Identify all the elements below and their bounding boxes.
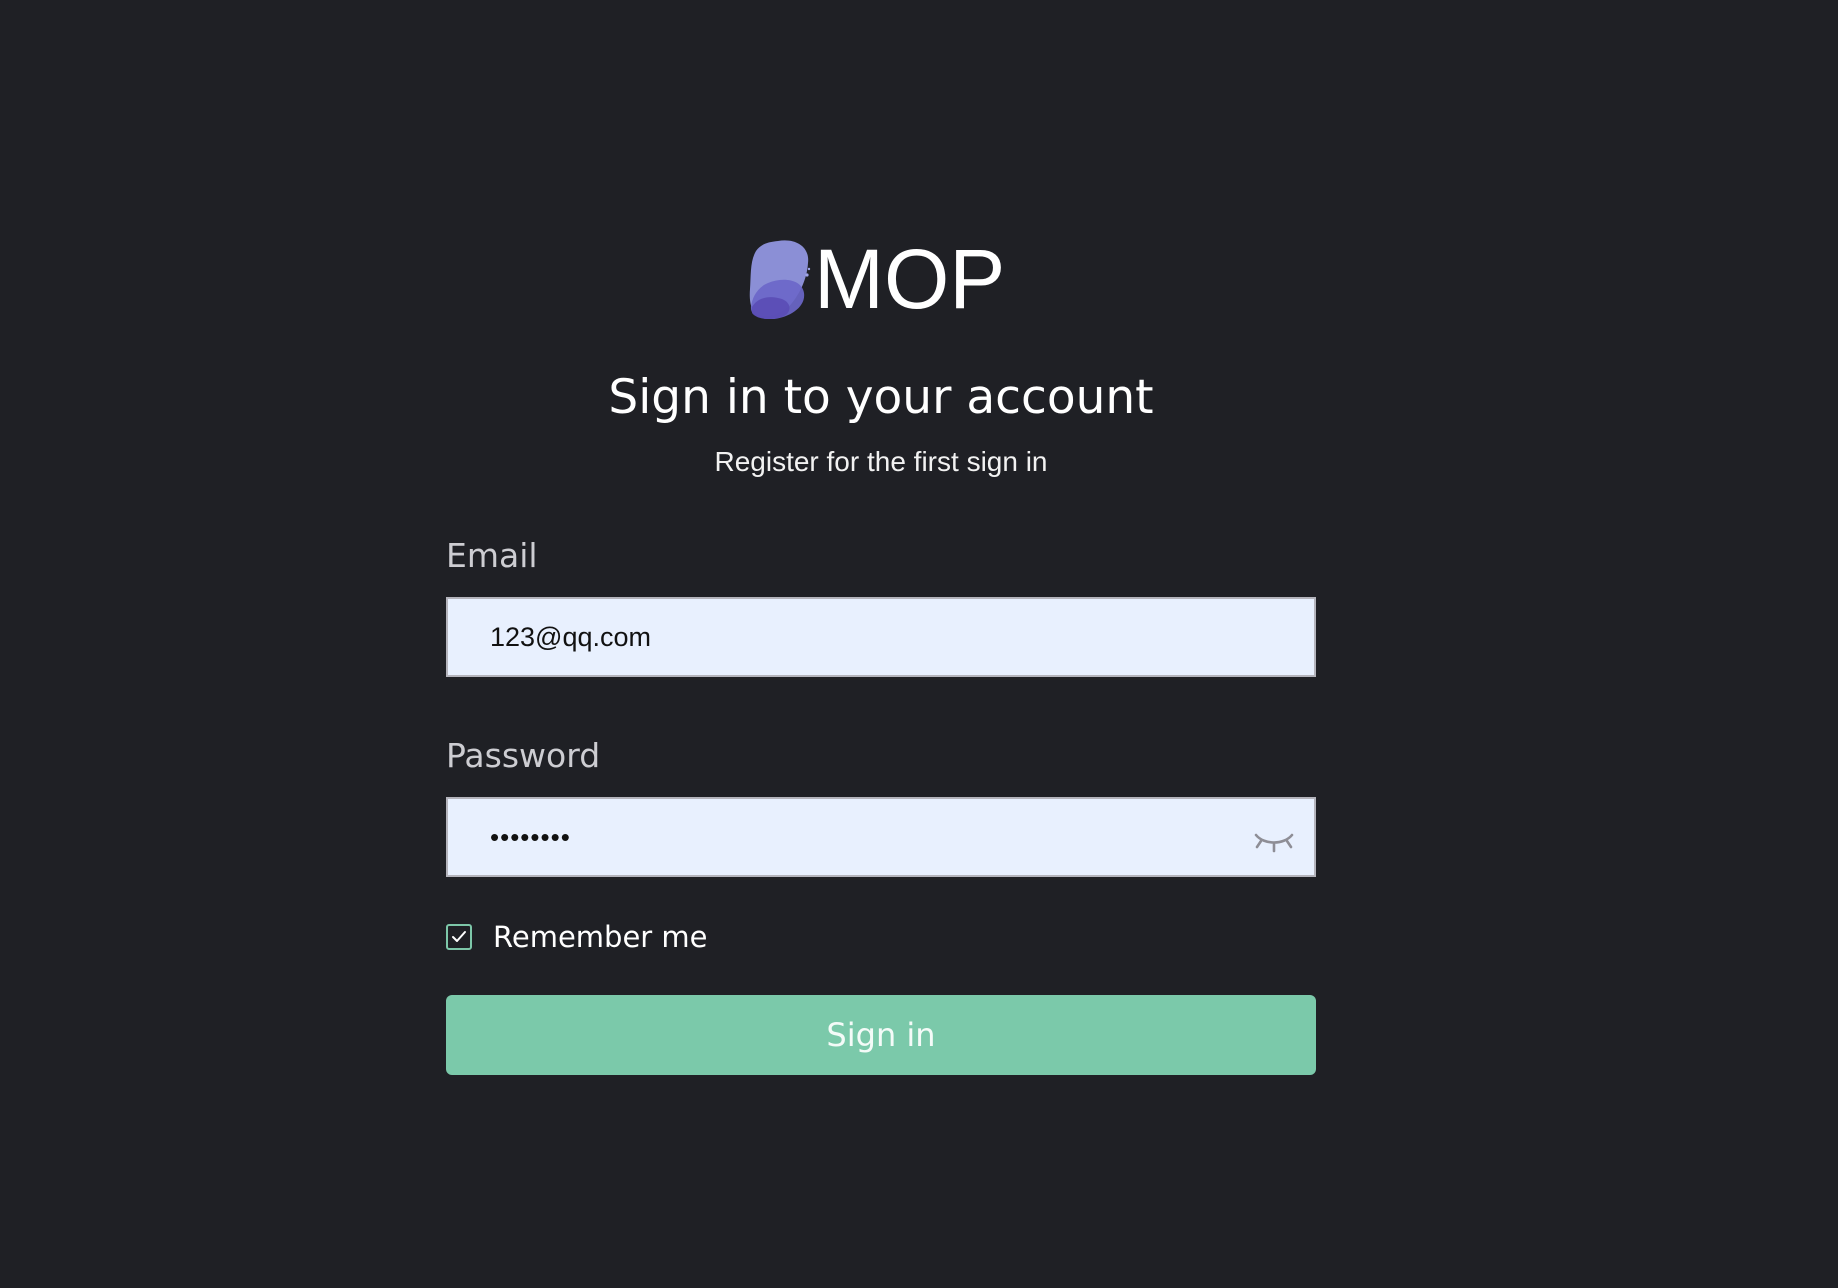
page-subtitle: Register for the first sign in [714, 446, 1048, 477]
brand-name: MOP [814, 232, 1006, 326]
email-value: 123@qq.com [490, 621, 651, 652]
blob-logo-icon [748, 239, 814, 319]
email-field[interactable]: 123@qq.com [446, 597, 1316, 677]
sign-in-button[interactable]: Sign in [446, 995, 1316, 1075]
email-label: Email [446, 536, 538, 575]
password-field[interactable]: •••••••• [446, 797, 1316, 877]
password-label: Password [446, 736, 601, 775]
login-page: MOP Sign in to your account Register for… [0, 0, 1838, 1288]
brand-logo: MOP [748, 234, 1005, 324]
eye-closed-icon[interactable] [1252, 823, 1296, 855]
remember-me-label[interactable]: Remember me [493, 921, 708, 953]
remember-me-row[interactable]: Remember me [446, 921, 708, 953]
remember-me-checkbox[interactable] [446, 924, 472, 950]
password-value: •••••••• [490, 822, 571, 852]
page-title: Sign in to your account [608, 370, 1154, 425]
